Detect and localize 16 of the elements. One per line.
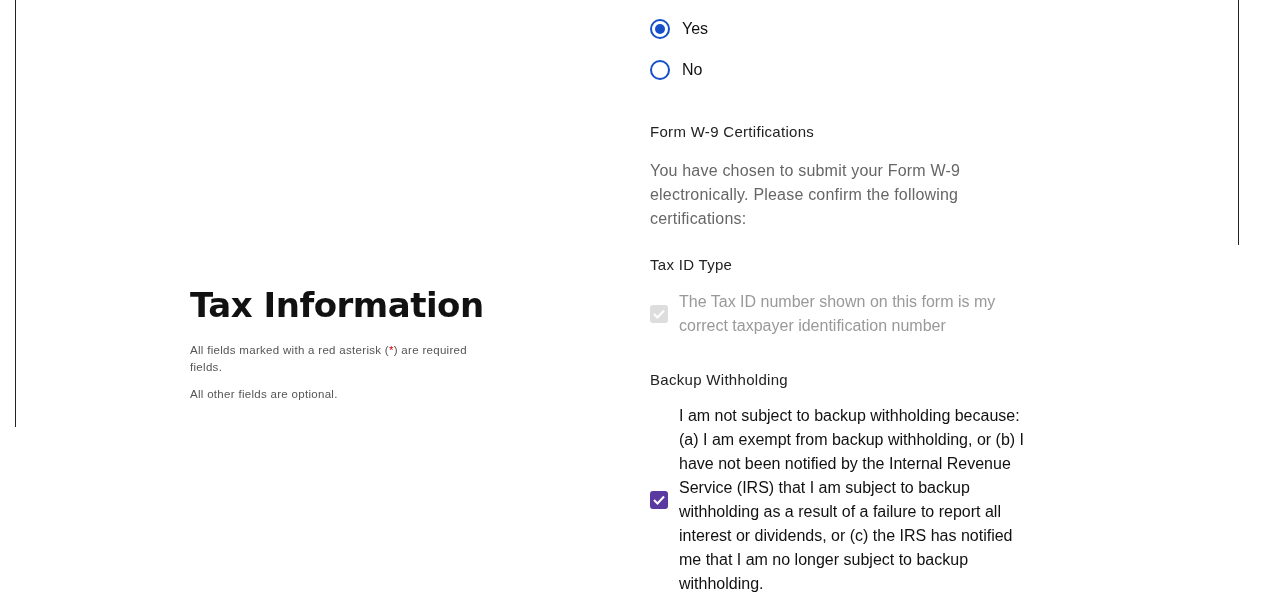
checkbox[interactable] xyxy=(650,491,668,509)
optional-fields-note: All other fields are optional. xyxy=(190,387,339,402)
check-icon xyxy=(653,309,665,319)
radio-button[interactable] xyxy=(650,60,670,80)
check-icon xyxy=(653,495,665,505)
section-heading: Form W-9 Certifications xyxy=(650,123,816,141)
checkbox-label: I am not subject to backup withholding because: (a) I am exempt from backup withholding, or (b) I have not been notified by the Internal Revenue Service (IRS) that I am subject to backup withholding as a result of a failure to report all interest or dividends, or (c) the IRS has notified me that I am no longer subject to backup withholding. xyxy=(679,406,1026,594)
radio-label: No xyxy=(682,61,703,79)
section-heading: Backup Withholding xyxy=(650,371,789,389)
section-heading: Tax ID Type xyxy=(650,256,734,274)
radio-label: Yes xyxy=(682,20,709,38)
certifications-description: You have chosen to submit your Form W-9 electronically. Please confirm the following certifications: xyxy=(650,161,962,229)
page-title: Tax Information xyxy=(190,284,485,326)
required-fields-note: All fields marked with a red asterisk (*) are required fields. xyxy=(190,343,468,375)
checkbox-label: The Tax ID number shown on this form is my correct taxpayer identification number xyxy=(679,292,997,336)
radio-button[interactable] xyxy=(650,19,670,39)
